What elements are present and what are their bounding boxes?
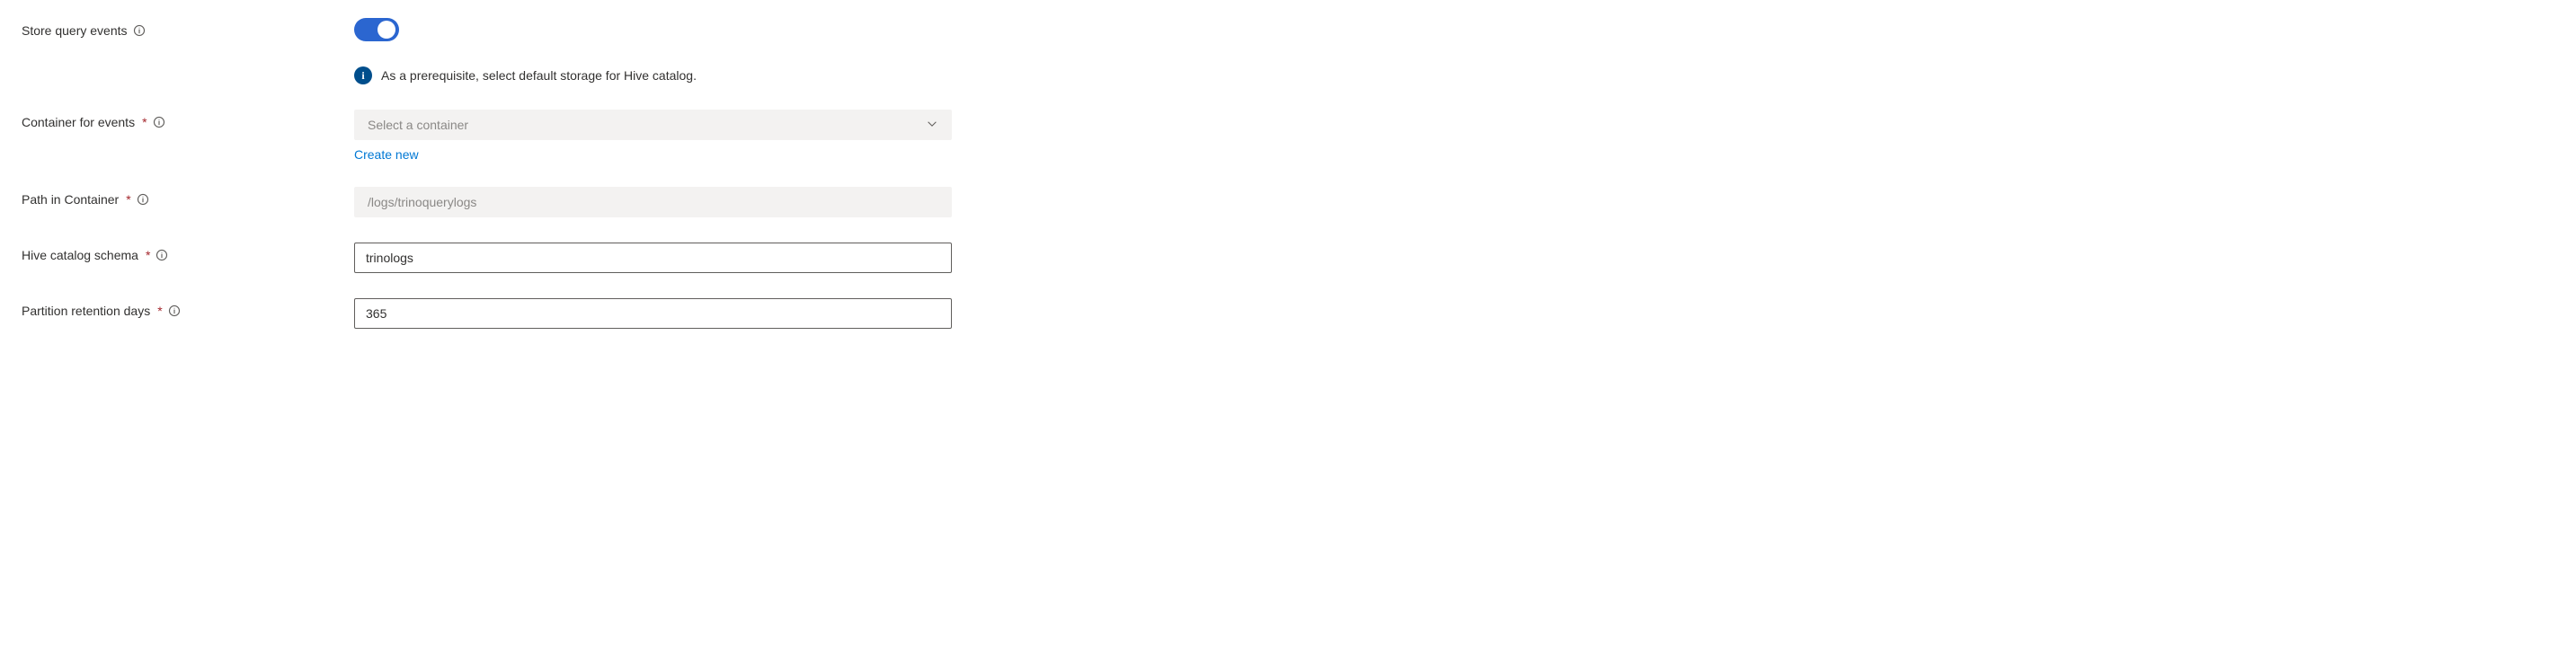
hive-catalog-schema-input[interactable]	[354, 243, 952, 273]
create-new-link[interactable]: Create new	[354, 147, 952, 162]
hive-catalog-schema-label: Hive catalog schema *	[22, 243, 354, 262]
required-indicator: *	[142, 115, 147, 129]
required-indicator: *	[157, 304, 162, 318]
notice-text: As a prerequisite, select default storag…	[381, 68, 697, 83]
label-text: Partition retention days	[22, 304, 150, 318]
label-text: Store query events	[22, 23, 128, 38]
label-text: Path in Container	[22, 192, 119, 207]
select-placeholder: Select a container	[368, 118, 468, 132]
prerequisite-notice: i As a prerequisite, select default stor…	[354, 66, 952, 84]
container-select[interactable]: Select a container	[354, 110, 952, 140]
info-icon[interactable]	[133, 24, 146, 37]
info-icon[interactable]	[137, 193, 149, 206]
info-badge-icon: i	[354, 66, 372, 84]
required-indicator: *	[146, 248, 150, 262]
chevron-down-icon	[926, 118, 938, 133]
required-indicator: *	[126, 192, 130, 207]
label-text: Hive catalog schema	[22, 248, 138, 262]
partition-retention-days-input[interactable]	[354, 298, 952, 329]
store-query-events-toggle[interactable]	[354, 18, 399, 41]
input-placeholder: /logs/trinoquerylogs	[368, 195, 476, 209]
path-in-container-label: Path in Container *	[22, 187, 354, 207]
info-icon[interactable]	[155, 249, 168, 261]
info-icon[interactable]	[168, 305, 181, 317]
store-query-events-label: Store query events	[22, 18, 354, 38]
path-in-container-input[interactable]: /logs/trinoquerylogs	[354, 187, 952, 217]
container-for-events-label: Container for events *	[22, 110, 354, 129]
label-text: Container for events	[22, 115, 135, 129]
partition-retention-days-label: Partition retention days *	[22, 298, 354, 318]
info-icon[interactable]	[153, 116, 165, 128]
